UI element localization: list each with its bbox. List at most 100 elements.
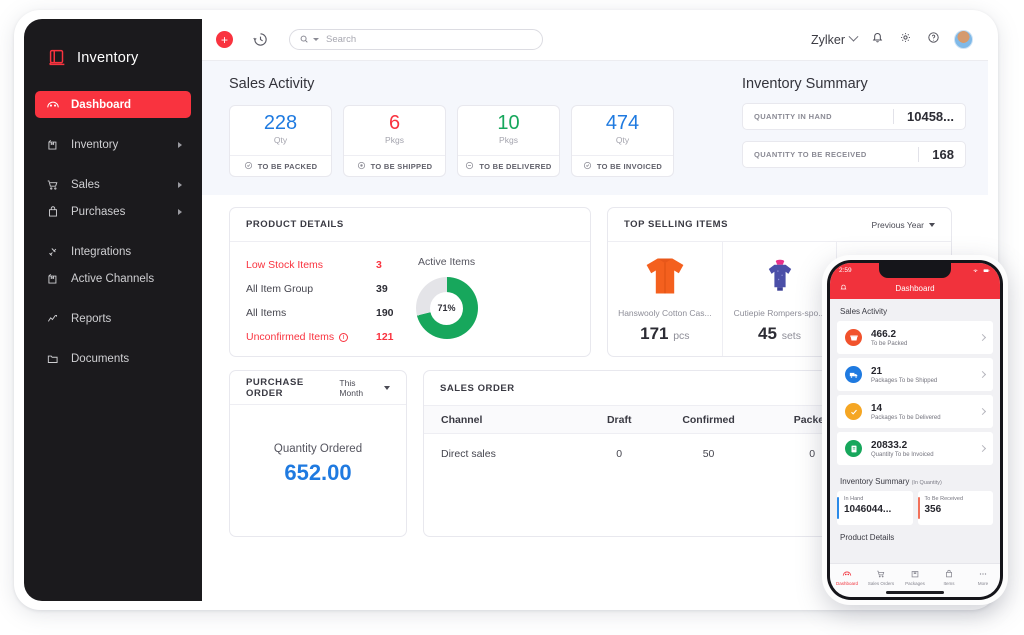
cell-confirmed: 50: [648, 434, 770, 474]
chevron-down-icon: [849, 32, 859, 42]
activity-label: TO BE DELIVERED: [479, 162, 551, 171]
top-selling-item[interactable]: Cutiepie Rompers-spo... 45 sets: [723, 242, 838, 357]
summary-zone: Sales Activity 228 Qty TO BE PACKED 6: [202, 61, 988, 195]
mobile-inventory-label: In Hand: [844, 496, 913, 502]
product-detail-row[interactable]: Unconfirmed Items i 121: [246, 325, 394, 349]
mobile-activity-label: Packages To be Delivered: [871, 415, 941, 421]
mobile-activity-value: 20833.2: [871, 440, 934, 451]
active-items-donut: Active Items 71%: [416, 256, 478, 349]
mobile-inventory-to-be-received[interactable]: To Be Received 356: [918, 491, 994, 525]
column-header[interactable]: Confirmed: [648, 406, 770, 434]
sidebar: Inventory Dashboard Inventory: [24, 19, 202, 601]
mobile-inventory-in-hand[interactable]: In Hand 1046044...: [837, 491, 913, 525]
mobile-activity-value: 21: [871, 366, 937, 377]
search-placeholder: Search: [326, 34, 356, 45]
mobile-activity-label: Quantity To be Invoiced: [871, 452, 934, 458]
activity-unit: Pkgs: [499, 135, 518, 145]
product-detail-name: Unconfirmed Items: [246, 331, 334, 343]
activity-label: TO BE PACKED: [258, 162, 318, 171]
sidebar-item-inventory[interactable]: Inventory: [35, 131, 191, 158]
org-switcher[interactable]: Zylker: [811, 33, 857, 47]
activity-card-to-be-invoiced[interactable]: 474 Qty TO BE INVOICED: [571, 105, 674, 177]
mobile-tab-label: Packages: [905, 581, 925, 586]
gear-icon[interactable]: [898, 30, 913, 50]
column-header[interactable]: Channel: [424, 406, 591, 434]
mobile-activity-row-to-be-packed[interactable]: 466.2 To be Packed: [837, 321, 993, 354]
bell-icon[interactable]: [839, 283, 848, 294]
product-detail-row[interactable]: All Items 190: [246, 301, 394, 325]
bell-icon[interactable]: [870, 30, 885, 50]
question-circle-icon[interactable]: [926, 30, 941, 50]
mobile-tab-sales-orders[interactable]: Sales Orders: [864, 568, 898, 586]
sidebar-item-dashboard[interactable]: Dashboard: [35, 91, 191, 118]
top-selling-item[interactable]: Hanswooly Cotton Cas... 171 pcs: [608, 242, 723, 357]
sidebar-item-documents[interactable]: Documents: [35, 345, 191, 372]
chevron-right-icon: [178, 182, 182, 188]
topbar-actions: Zylker: [811, 30, 973, 50]
mobile-tab-dashboard[interactable]: Dashboard: [830, 568, 864, 586]
mobile-inventory-label: To Be Received: [925, 496, 994, 502]
mobile-activity-row-to-be-delivered[interactable]: 14 Packages To be Delivered: [837, 395, 993, 428]
inventory-row-quantity-in-hand[interactable]: QUANTITY IN HAND 10458...: [742, 103, 966, 130]
mobile-tab-more[interactable]: More: [966, 568, 1000, 586]
plus-circle-icon[interactable]: +: [216, 31, 233, 48]
activity-card-to-be-packed[interactable]: 228 Qty TO BE PACKED: [229, 105, 332, 177]
chevron-right-icon: [979, 371, 986, 378]
product-details-list: Low Stock Items 3 All Item Group 39 All …: [230, 242, 394, 349]
mobile-activity-text: 20833.2 Quantity To be Invoiced: [871, 440, 934, 458]
status-time: 2:59: [839, 267, 852, 274]
chart-icon: [45, 311, 60, 326]
mobile-tab-items[interactable]: Items: [932, 568, 966, 586]
clock-history-icon[interactable]: [252, 31, 269, 48]
sidebar-item-active-channels[interactable]: Active Channels: [35, 265, 191, 292]
chevron-down-icon[interactable]: [313, 38, 319, 41]
inventory-row-value: 10458...: [893, 109, 954, 124]
mobile-inventory-summary-header: Inventory Summary (In Quantity): [830, 469, 1000, 491]
qty-value: 45: [758, 324, 777, 343]
package-icon: [898, 568, 932, 579]
org-name: Zylker: [811, 33, 845, 47]
sidebar-item-integrations[interactable]: Integrations: [35, 238, 191, 265]
inventory-summary-title: Inventory Summary: [742, 76, 966, 92]
sidebar-item-reports[interactable]: Reports: [35, 305, 191, 332]
product-details-title: PRODUCT DETAILS: [246, 219, 344, 230]
sidebar-item-purchases[interactable]: Purchases: [35, 198, 191, 225]
mobile-activity-label: Packages To be Shipped: [871, 378, 937, 384]
mobile-tab-label: Sales Orders: [868, 581, 894, 586]
mobile-inventory-value: 1046044...: [844, 504, 913, 515]
mobile-tab-label: More: [978, 581, 988, 586]
minus-circle-icon: [465, 161, 474, 172]
mobile-tab-packages[interactable]: Packages: [898, 568, 932, 586]
mobile-inventory-title: Inventory Summary: [840, 477, 909, 486]
top-selling-filter[interactable]: Previous Year: [872, 220, 935, 230]
search-input[interactable]: Search: [289, 29, 543, 50]
inventory-row-quantity-to-be-received[interactable]: QUANTITY TO BE RECEIVED 168: [742, 141, 966, 168]
activity-card-to-be-shipped[interactable]: 6 Pkgs TO BE SHIPPED: [343, 105, 446, 177]
column-header[interactable]: Draft: [591, 406, 648, 434]
folder-icon: [45, 351, 60, 366]
mobile-activity-row-to-be-invoiced[interactable]: 20833.2 Quantity To be Invoiced: [837, 432, 993, 465]
info-icon[interactable]: i: [339, 333, 348, 342]
check-circle-icon: [244, 161, 253, 172]
mobile-activity-row-to-be-shipped[interactable]: 21 Packages To be Shipped: [837, 358, 993, 391]
chevron-right-icon: [979, 334, 986, 341]
product-details-card: PRODUCT DETAILS Low Stock Items 3 All It…: [229, 207, 591, 357]
avatar[interactable]: [954, 30, 973, 49]
sidebar-item-label: Purchases: [71, 206, 125, 218]
sidebar-item-sales[interactable]: Sales: [35, 171, 191, 198]
purchase-order-filter[interactable]: This Month: [339, 378, 390, 398]
activity-card-to-be-delivered[interactable]: 10 Pkgs TO BE DELIVERED: [457, 105, 560, 177]
product-detail-row[interactable]: Low Stock Items 3: [246, 253, 394, 277]
activity-label: TO BE SHIPPED: [371, 162, 433, 171]
product-detail-row[interactable]: All Item Group 39: [246, 277, 394, 301]
mobile-activity-value: 466.2: [871, 329, 907, 340]
check-circle-icon: [583, 161, 592, 172]
chevron-right-icon: [178, 209, 182, 215]
mobile-nav-bar: Dashboard: [830, 278, 1000, 299]
mobile-activity-text: 466.2 To be Packed: [871, 329, 907, 347]
inventory-summary-section: Inventory Summary QUANTITY IN HAND 10458…: [742, 76, 966, 168]
sales-order-title: SALES ORDER: [440, 383, 515, 394]
blue-romper-image: [759, 251, 801, 299]
donut-chart: 71%: [416, 277, 478, 339]
mobile-tab-label: Items: [943, 581, 954, 586]
